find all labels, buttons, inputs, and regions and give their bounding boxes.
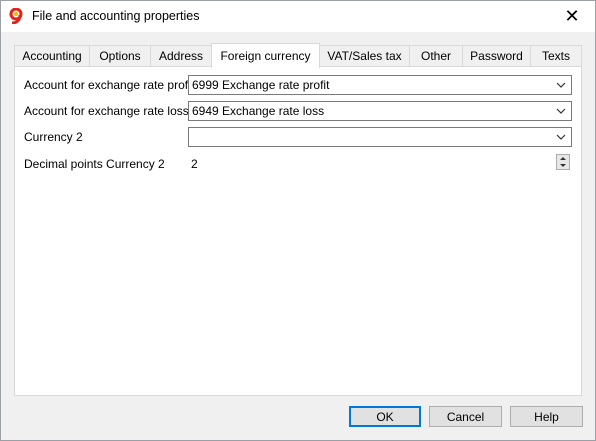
spin-up-icon[interactable] (557, 155, 569, 162)
help-button-label: Help (534, 409, 559, 424)
profit-account-value: 6999 Exchange rate profit (192, 78, 330, 92)
cancel-button-label: Cancel (446, 409, 485, 424)
decimals-value[interactable]: 2 (191, 157, 198, 171)
tab-password[interactable]: Password (462, 45, 531, 66)
ok-button-label: OK (376, 409, 394, 424)
loss-account-select[interactable]: 6949 Exchange rate loss (188, 101, 572, 121)
cancel-button[interactable]: Cancel (429, 406, 502, 427)
loss-account-label: Account for exchange rate loss (24, 104, 189, 118)
tab-label: Texts (541, 49, 570, 63)
tab-label: VAT/Sales tax (327, 49, 402, 63)
currency2-select[interactable] (188, 127, 572, 147)
profit-account-label: Account for exchange rate profit (24, 78, 195, 92)
tab-label: Address (158, 49, 204, 63)
tab-other[interactable]: Other (409, 45, 463, 66)
tab-address[interactable]: Address (150, 45, 212, 66)
help-button[interactable]: Help (510, 406, 583, 427)
decimals-spinner[interactable] (556, 154, 570, 170)
tab-label: Foreign currency (220, 49, 311, 63)
banana-app-icon (9, 8, 23, 24)
tab-texts[interactable]: Texts (530, 45, 582, 66)
tab-vat-sales-tax[interactable]: VAT/Sales tax (319, 45, 410, 66)
currency2-label: Currency 2 (24, 130, 83, 144)
foreign-currency-panel: Account for exchange rate profit 6999 Ex… (14, 66, 582, 396)
title-bar: File and accounting properties ✕ (1, 1, 595, 32)
properties-dialog: File and accounting properties ✕ Account… (0, 0, 596, 441)
window-title: File and accounting properties (32, 9, 200, 23)
tab-accounting[interactable]: Accounting (14, 45, 90, 66)
loss-account-value: 6949 Exchange rate loss (192, 104, 325, 118)
tab-label: Other (420, 49, 451, 63)
chevron-down-icon (556, 108, 566, 114)
chevron-down-icon (556, 134, 566, 140)
tab-foreign-currency[interactable]: Foreign currency (211, 43, 320, 68)
chevron-down-icon (556, 82, 566, 88)
tab-label: Options (99, 49, 141, 63)
tab-options[interactable]: Options (89, 45, 151, 66)
decimals-label: Decimal points Currency 2 (24, 157, 165, 171)
spin-down-icon[interactable] (557, 162, 569, 169)
ok-button[interactable]: OK (349, 406, 421, 427)
tab-label: Password (470, 49, 523, 63)
close-icon: ✕ (564, 6, 580, 26)
close-button[interactable]: ✕ (549, 1, 595, 32)
profit-account-select[interactable]: 6999 Exchange rate profit (188, 75, 572, 95)
tab-label: Accounting (22, 49, 82, 63)
